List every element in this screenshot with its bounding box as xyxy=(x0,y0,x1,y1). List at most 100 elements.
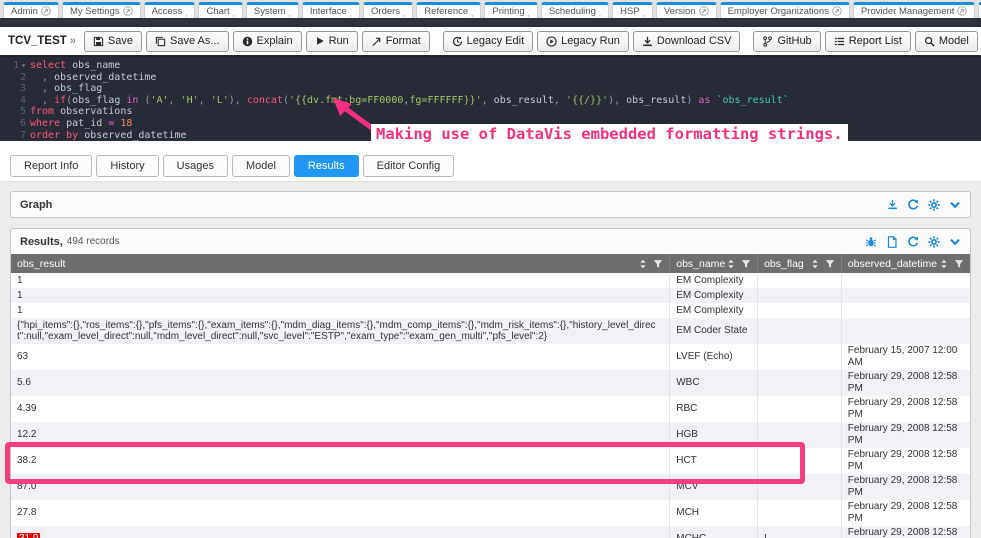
play-icon xyxy=(315,36,325,46)
bug-icon[interactable] xyxy=(865,236,877,248)
menu-tab-scheduling[interactable]: Scheduling, xyxy=(541,2,609,18)
table-row[interactable]: 1EM Complexity xyxy=(11,273,970,288)
table-row[interactable]: 12.2HGBFebruary 29, 2008 12:58 PM xyxy=(11,422,970,448)
code-text: where pat_id = 18 xyxy=(30,118,132,130)
circle-play-icon xyxy=(546,36,557,47)
page-icon[interactable] xyxy=(886,236,898,248)
line-number: 1▾ xyxy=(0,60,30,72)
tab-history[interactable]: History xyxy=(96,155,158,177)
results-panel-icons xyxy=(865,236,961,248)
cell-obs-result: 63 xyxy=(11,344,670,370)
run-button[interactable]: Run xyxy=(306,31,358,52)
table-row[interactable]: 87.0MCVFebruary 29, 2008 12:58 PM xyxy=(11,474,970,500)
filter-icon[interactable] xyxy=(825,259,835,269)
line-number: 3 xyxy=(0,83,30,95)
menu-tab-system[interactable]: System, xyxy=(246,2,299,18)
table-row[interactable]: 31.9MCHCLFebruary 29, 2008 12:58 PM xyxy=(11,526,970,538)
top-menu-bar: AdminMy SettingsAccess,Chart,System,Inte… xyxy=(0,0,981,18)
menu-tab-admin[interactable]: Admin xyxy=(3,2,59,18)
cell-obs-flag xyxy=(758,448,842,474)
chevron-down-icon[interactable] xyxy=(949,236,961,248)
table-row[interactable]: 63LVEF (Echo)February 15, 2007 12:00 AM xyxy=(11,344,970,370)
menu-tab-mark-icon: , xyxy=(289,12,291,16)
cell-obs-result: 87.0 xyxy=(11,474,670,500)
chevron-down-icon[interactable] xyxy=(949,199,961,211)
save-as-icon xyxy=(155,36,166,47)
filter-icon[interactable] xyxy=(741,259,751,269)
tab-model[interactable]: Model xyxy=(232,155,290,177)
download-icon xyxy=(642,36,653,47)
menu-tab-my-settings[interactable]: My Settings xyxy=(62,2,141,18)
cell-observed-datetime: February 29, 2008 12:58 PM xyxy=(841,500,970,526)
tab-usages[interactable]: Usages xyxy=(163,155,228,177)
cell-obs-flag xyxy=(758,344,842,370)
cell-obs-result: 38.2 xyxy=(11,448,670,474)
button-label: Legacy Run xyxy=(561,35,620,47)
gear-icon[interactable] xyxy=(928,236,940,248)
button-label: Explain xyxy=(257,35,293,47)
download-csv-button[interactable]: Download CSV xyxy=(633,31,741,52)
breadcrumb-chevron[interactable]: » xyxy=(70,35,76,47)
format-icon xyxy=(371,36,382,47)
sort-icon[interactable] xyxy=(639,259,647,269)
menu-tab-reference[interactable]: Reference, xyxy=(416,2,481,18)
menu-tab-chart[interactable]: Chart, xyxy=(198,2,242,18)
line-number: 7 xyxy=(0,130,30,142)
table-row[interactable]: 1EM Complexity xyxy=(11,288,970,303)
tab-results[interactable]: Results xyxy=(294,155,359,177)
format-button[interactable]: Format xyxy=(362,31,430,52)
column-label: obs_flag xyxy=(764,258,811,270)
report-list-button[interactable]: Report List xyxy=(825,31,911,52)
cell-obs-flag xyxy=(758,318,842,344)
filter-icon[interactable] xyxy=(954,259,964,269)
menu-tab-provider-management[interactable]: Provider Management xyxy=(853,2,975,18)
button-label: Save xyxy=(108,35,133,47)
code-text: select obs_name xyxy=(30,60,120,72)
cell-observed-datetime xyxy=(841,318,970,344)
table-row[interactable]: 27.8MCHFebruary 29, 2008 12:58 PM xyxy=(11,500,970,526)
sort-icon[interactable] xyxy=(811,259,819,269)
menu-tab-orders[interactable]: Orders, xyxy=(363,2,413,18)
menu-tab-version[interactable]: Version xyxy=(656,2,717,18)
menu-tab-label: Interface xyxy=(310,6,347,17)
cell-observed-datetime: February 15, 2007 12:00 AM xyxy=(841,344,970,370)
table-row[interactable]: 5.6WBCFebruary 29, 2008 12:58 PM xyxy=(11,370,970,396)
gear-icon[interactable] xyxy=(928,199,940,211)
model-button[interactable]: Model xyxy=(915,31,978,52)
sort-icon[interactable] xyxy=(727,259,735,269)
menu-tab-interface[interactable]: Interface, xyxy=(302,2,360,18)
refresh-icon[interactable] xyxy=(907,236,919,248)
cell-observed-datetime: February 29, 2008 12:58 PM xyxy=(841,526,970,538)
flagged-value: 31.9 xyxy=(17,533,40,538)
code-text: , observed_datetime xyxy=(30,72,156,84)
legacy-edit-button[interactable]: Legacy Edit xyxy=(443,31,533,52)
filter-icon[interactable] xyxy=(653,259,663,269)
line-number: 4 xyxy=(0,95,30,107)
menu-tab-printing[interactable]: Printing, xyxy=(484,2,537,18)
cell-obs-name: MCHC xyxy=(670,526,758,538)
external-link-icon xyxy=(957,6,967,16)
menu-tab-employer-organizations[interactable]: Employer Organizations xyxy=(720,2,850,18)
header-divider xyxy=(0,18,981,27)
git-branch-icon xyxy=(762,36,773,47)
button-label: Legacy Edit xyxy=(467,35,524,47)
sort-icon[interactable] xyxy=(940,259,948,269)
menu-tab-hsp[interactable]: HSP, xyxy=(612,2,653,18)
save-button[interactable]: Save xyxy=(84,31,142,52)
menu-tab-label: Provider Management xyxy=(861,6,954,17)
save-as-button[interactable]: Save As... xyxy=(146,31,229,52)
github-button[interactable]: GitHub xyxy=(753,31,820,52)
table-row[interactable]: 38.2HCTFebruary 29, 2008 12:58 PM xyxy=(11,448,970,474)
table-row[interactable]: 1EM Complexity xyxy=(11,303,970,318)
explain-button[interactable]: Explain xyxy=(233,31,302,52)
code-line-2: 2 , observed_datetime xyxy=(0,72,981,84)
table-row[interactable]: 4.39RBCFebruary 29, 2008 12:58 PM xyxy=(11,396,970,422)
tab-report-info[interactable]: Report Info xyxy=(10,155,92,177)
fold-caret-icon[interactable]: ▾ xyxy=(21,61,26,70)
download-icon[interactable] xyxy=(887,199,898,210)
legacy-run-button[interactable]: Legacy Run xyxy=(537,31,629,52)
table-row[interactable]: {"hpi_items":{},"ros_items":{},"pfs_item… xyxy=(11,318,970,344)
refresh-icon[interactable] xyxy=(907,199,919,211)
tab-editor-config[interactable]: Editor Config xyxy=(363,155,455,177)
menu-tab-access[interactable]: Access, xyxy=(144,2,196,18)
